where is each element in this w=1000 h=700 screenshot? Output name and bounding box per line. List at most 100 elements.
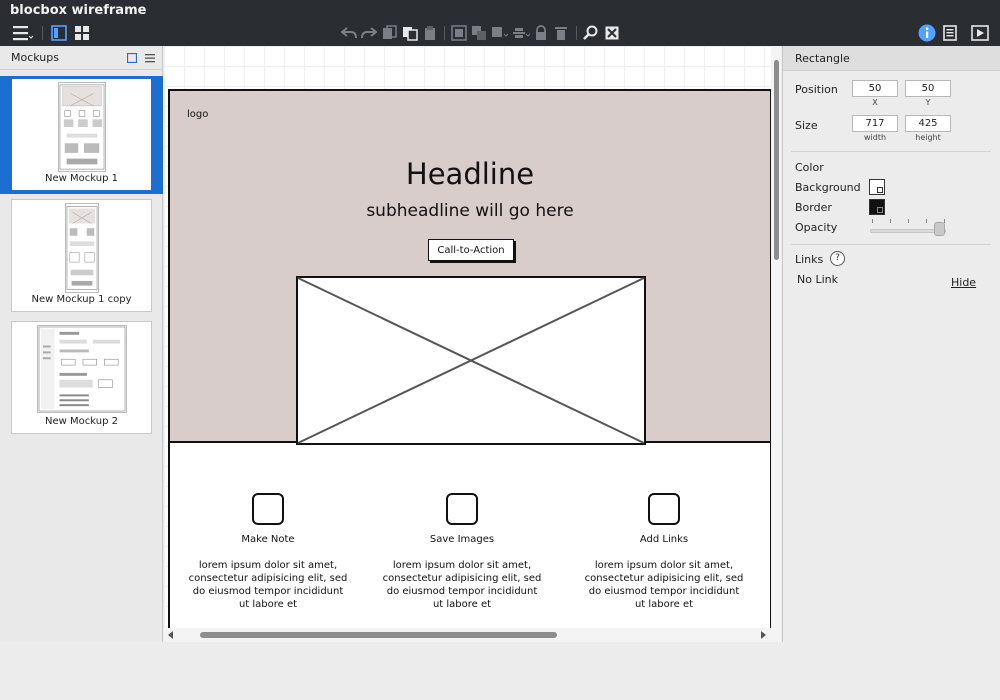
redo-button[interactable] xyxy=(360,24,378,42)
logo-label[interactable]: logo xyxy=(187,109,208,120)
opacity-slider-handle[interactable] xyxy=(934,222,945,236)
slider-tick xyxy=(890,219,891,223)
group-button[interactable] xyxy=(450,24,468,42)
canvas[interactable]: logo Headline subheadline will go here C… xyxy=(164,46,781,642)
arrange-button[interactable] xyxy=(490,24,510,42)
align-icon xyxy=(513,28,530,38)
properties-title: Rectangle xyxy=(783,46,1000,71)
info-icon xyxy=(918,24,936,42)
feature-column[interactable]: Make Note lorem ipsum dolor sit amet, co… xyxy=(188,493,348,611)
feature-icon-placeholder[interactable] xyxy=(648,493,680,525)
notes-button[interactable] xyxy=(941,24,959,42)
opacity-label: Opacity xyxy=(795,221,838,234)
mockup-preview xyxy=(37,325,127,413)
feature-title[interactable]: Add Links xyxy=(584,534,744,545)
status-area xyxy=(0,642,1000,700)
link-value: No Link xyxy=(797,273,838,286)
hide-link[interactable]: Hide xyxy=(951,276,976,289)
menu-button[interactable] xyxy=(10,24,36,42)
headline[interactable]: Headline xyxy=(170,157,770,191)
feature-title[interactable]: Save Images xyxy=(382,534,542,545)
wireframe-page[interactable]: logo Headline subheadline will go here C… xyxy=(168,89,772,642)
toolbar: blocbox wireframe xyxy=(0,0,1000,46)
feature-text[interactable]: lorem ipsum dolor sit amet, consectetur … xyxy=(584,559,744,611)
help-icon[interactable]: ? xyxy=(830,251,845,266)
panel-left-icon xyxy=(51,25,67,41)
cta-button[interactable]: Call-to-Action xyxy=(428,239,514,261)
mockups-panel-title: Mockups xyxy=(11,51,59,64)
background-color-swatch[interactable] xyxy=(869,179,885,195)
height-caption: height xyxy=(915,133,941,142)
presentation-button[interactable] xyxy=(970,24,990,42)
app-title: blocbox wireframe xyxy=(10,3,147,18)
feature-text[interactable]: lorem ipsum dolor sit amet, consectetur … xyxy=(382,559,542,611)
toggle-panel-button[interactable] xyxy=(50,24,68,42)
feature-icon-placeholder[interactable] xyxy=(446,493,478,525)
mockups-panel-header: Mockups xyxy=(0,46,162,70)
duplicate-icon xyxy=(403,27,418,41)
slider-tick xyxy=(926,219,927,223)
vertical-scrollbar[interactable] xyxy=(771,46,781,642)
feature-column[interactable]: Add Links lorem ipsum dolor sit amet, co… xyxy=(584,493,744,611)
undo-button[interactable] xyxy=(340,24,358,42)
border-label: Border xyxy=(795,201,832,214)
mockup-preview xyxy=(65,203,99,293)
close-box-icon xyxy=(605,26,619,40)
toolbar-separator xyxy=(444,26,445,40)
lock-icon xyxy=(536,25,546,40)
vertical-scrollbar-thumb[interactable] xyxy=(774,60,779,260)
play-icon xyxy=(971,25,989,41)
ungroup-button[interactable] xyxy=(470,24,488,42)
info-button[interactable] xyxy=(917,24,937,42)
width-field[interactable]: 717 xyxy=(852,115,898,132)
group-icon xyxy=(451,25,467,41)
divider xyxy=(791,244,991,245)
feature-icon-placeholder[interactable] xyxy=(252,493,284,525)
slider-tick xyxy=(872,219,873,223)
position-x-field[interactable]: 50 xyxy=(852,80,898,97)
position-y-field[interactable]: 50 xyxy=(905,80,951,97)
mockup-label: New Mockup 2 xyxy=(45,416,118,427)
grid-view-button[interactable] xyxy=(73,24,91,42)
hamburger-icon xyxy=(13,26,34,41)
divider xyxy=(791,151,991,152)
swatch-corner xyxy=(877,207,883,213)
ungroup-icon xyxy=(472,26,486,40)
size-label: Size xyxy=(795,119,818,132)
y-caption: Y xyxy=(925,98,931,107)
properties-panel: Rectangle Position 50 50 X Y Size 717 42… xyxy=(782,46,1000,642)
lock-button[interactable] xyxy=(532,24,550,42)
feature-text[interactable]: lorem ipsum dolor sit amet, consectetur … xyxy=(188,559,348,611)
clipboard-icon xyxy=(425,26,435,40)
trash-icon xyxy=(555,27,567,40)
scroll-left-icon[interactable] xyxy=(168,631,174,639)
list-view-icon[interactable] xyxy=(145,53,155,63)
copy-icon xyxy=(383,25,397,39)
height-field[interactable]: 425 xyxy=(905,115,951,132)
grid-icon xyxy=(75,26,89,40)
swatch-corner xyxy=(877,187,883,193)
background-label: Background xyxy=(795,181,861,194)
slider-tick xyxy=(908,219,909,223)
subheadline[interactable]: subheadline will go here xyxy=(170,201,770,221)
thumbnail-view-icon[interactable] xyxy=(127,53,137,63)
align-button[interactable] xyxy=(511,24,531,42)
paste-button[interactable] xyxy=(421,24,439,42)
feature-column[interactable]: Save Images lorem ipsum dolor sit amet, … xyxy=(382,493,542,611)
clear-button[interactable] xyxy=(603,24,621,42)
image-placeholder[interactable] xyxy=(296,276,646,445)
horizontal-scrollbar[interactable] xyxy=(164,628,771,642)
search-button[interactable] xyxy=(582,24,602,42)
mockup-thumbnail[interactable]: New Mockup 1 copy xyxy=(11,199,152,312)
feature-title[interactable]: Make Note xyxy=(188,534,348,545)
undo-icon xyxy=(341,27,357,39)
duplicate-button[interactable] xyxy=(401,24,419,42)
mockup-thumbnail[interactable]: New Mockup 1 xyxy=(11,78,152,191)
mockup-thumbnail[interactable]: New Mockup 2 xyxy=(11,321,152,434)
scroll-right-icon[interactable] xyxy=(760,631,766,639)
copy-button[interactable] xyxy=(381,24,399,42)
horizontal-scrollbar-thumb[interactable] xyxy=(200,632,557,638)
hero-rectangle[interactable]: logo Headline subheadline will go here C… xyxy=(170,91,770,445)
border-color-swatch[interactable] xyxy=(869,199,885,215)
delete-button[interactable] xyxy=(552,24,570,42)
